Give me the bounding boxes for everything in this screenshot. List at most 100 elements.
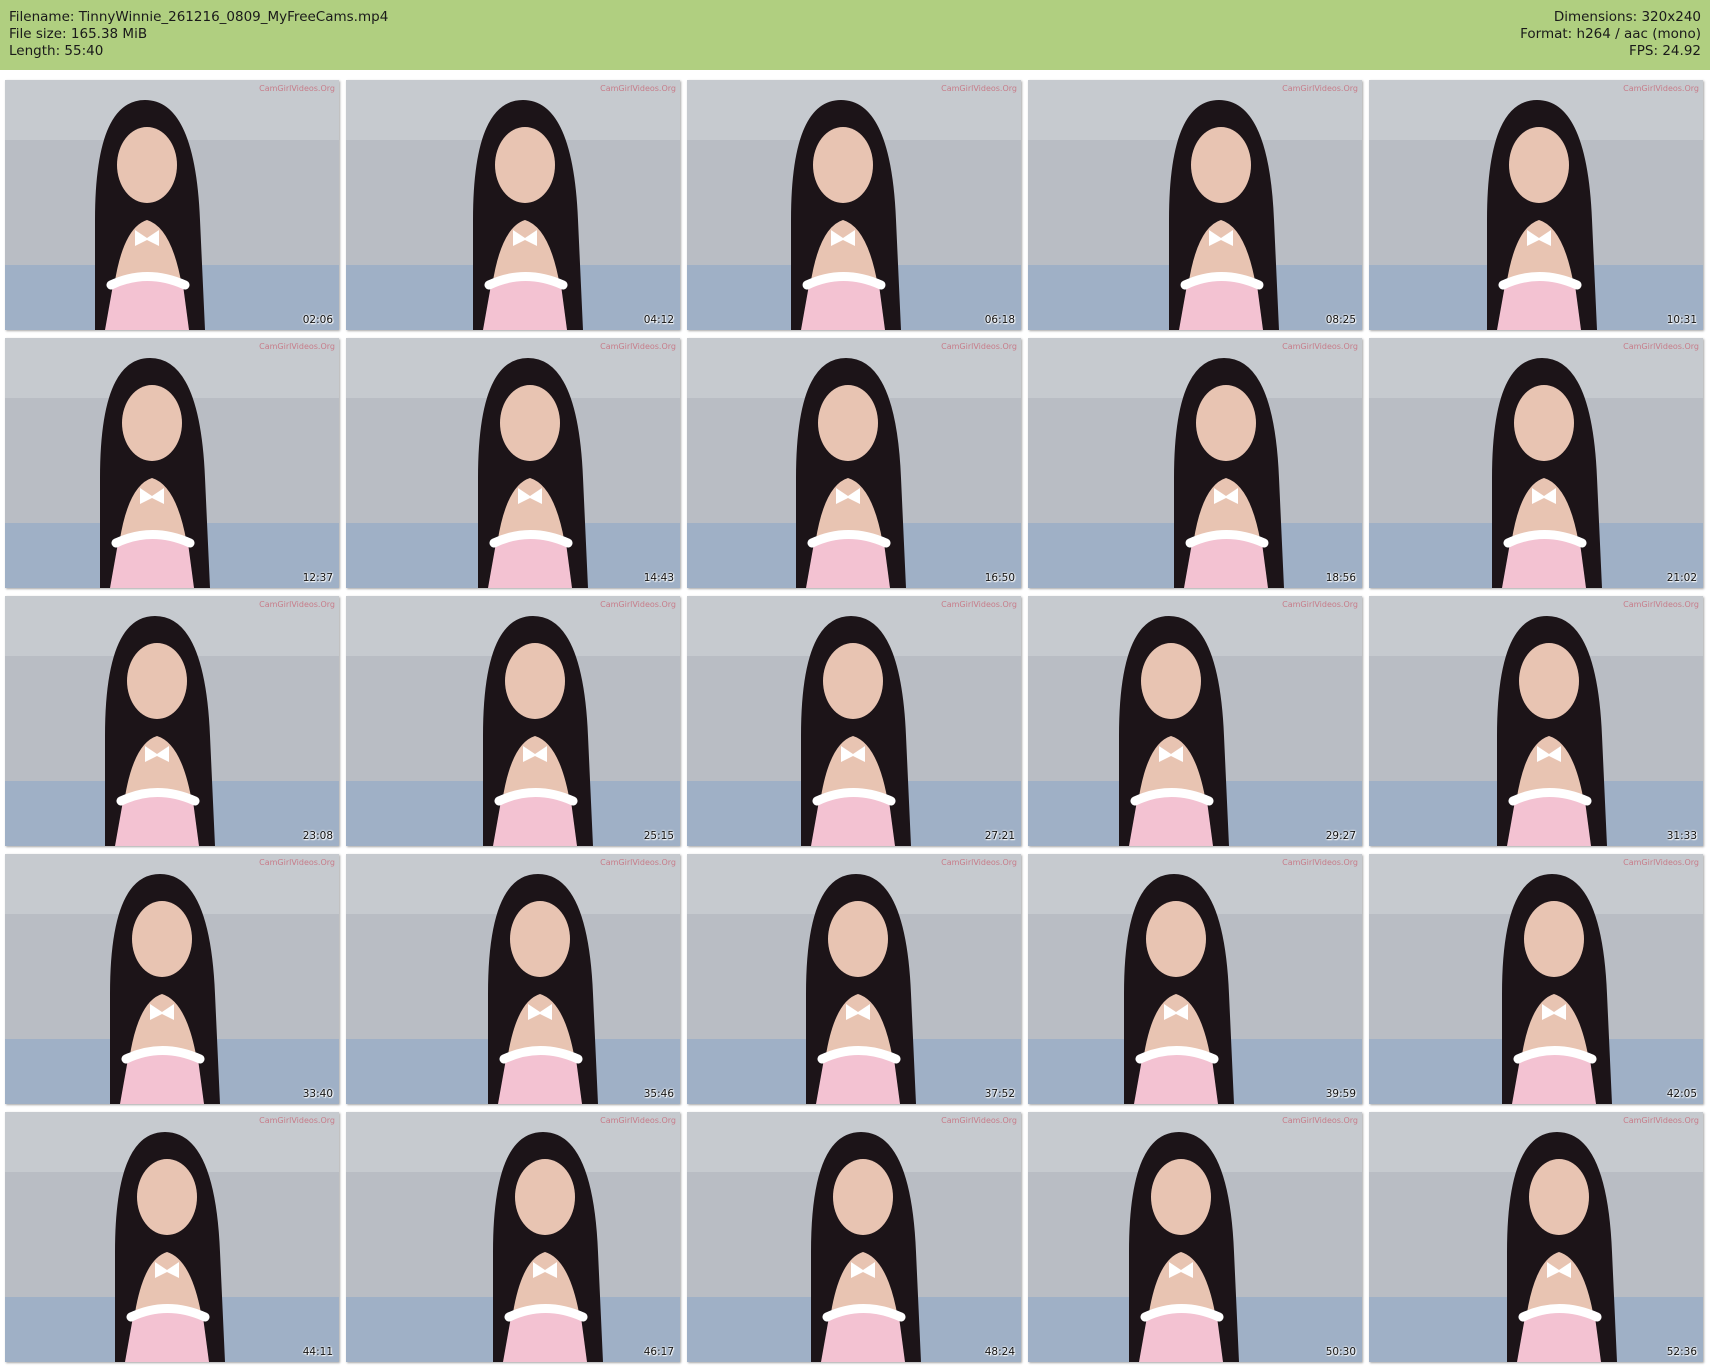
- thumbnail-timestamp: 46:17: [643, 1346, 674, 1358]
- video-thumbnail[interactable]: CamGirlVideos.Org 06:18: [687, 80, 1021, 330]
- length-value: 55:40: [64, 43, 104, 59]
- length-line: Length: 55:40: [9, 43, 388, 60]
- video-thumbnail[interactable]: CamGirlVideos.Org 44:11: [5, 1112, 339, 1362]
- video-thumbnail[interactable]: CamGirlVideos.Org 18:56: [1028, 338, 1362, 588]
- thumbnail-image: [346, 854, 680, 1104]
- watermark-text: CamGirlVideos.Org: [941, 1116, 1017, 1125]
- thumbnail-timestamp: 52:36: [1666, 1346, 1697, 1358]
- thumbnail-grid: CamGirlVideos.Org 02:06 CamGirlVideos.Org…: [5, 80, 1705, 1365]
- thumbnail-timestamp: 16:50: [984, 572, 1015, 584]
- thumbnail-image: [1028, 338, 1362, 588]
- video-thumbnail[interactable]: CamGirlVideos.Org 02:06: [5, 80, 339, 330]
- thumbnail-timestamp: 37:52: [984, 1088, 1015, 1100]
- video-thumbnail[interactable]: CamGirlVideos.Org 48:24: [687, 1112, 1021, 1362]
- watermark-text: CamGirlVideos.Org: [941, 342, 1017, 351]
- video-thumbnail[interactable]: CamGirlVideos.Org 42:05: [1369, 854, 1703, 1104]
- thumbnail-image: [1369, 80, 1703, 330]
- video-thumbnail[interactable]: CamGirlVideos.Org 52:36: [1369, 1112, 1703, 1362]
- video-thumbnail[interactable]: CamGirlVideos.Org 14:43: [346, 338, 680, 588]
- video-thumbnail[interactable]: CamGirlVideos.Org 33:40: [5, 854, 339, 1104]
- video-thumbnail[interactable]: CamGirlVideos.Org 23:08: [5, 596, 339, 846]
- thumbnail-image: [1028, 596, 1362, 846]
- video-thumbnail[interactable]: CamGirlVideos.Org 29:27: [1028, 596, 1362, 846]
- format-label: Format:: [1520, 26, 1577, 42]
- watermark-text: CamGirlVideos.Org: [259, 342, 335, 351]
- thumbnail-image: [346, 1112, 680, 1362]
- watermark-text: CamGirlVideos.Org: [1623, 600, 1699, 609]
- length-label: Length:: [9, 43, 65, 59]
- thumbnail-timestamp: 18:56: [1325, 572, 1356, 584]
- thumbnail-image: [1369, 338, 1703, 588]
- video-thumbnail[interactable]: CamGirlVideos.Org 35:46: [346, 854, 680, 1104]
- thumbnail-image: [5, 854, 339, 1104]
- video-thumbnail[interactable]: CamGirlVideos.Org 50:30: [1028, 1112, 1362, 1362]
- thumbnail-image: [1369, 596, 1703, 846]
- dimensions-value: 320x240: [1641, 9, 1701, 25]
- thumbnail-image: [687, 596, 1021, 846]
- thumbnail-timestamp: 02:06: [302, 314, 333, 326]
- thumbnail-image: [5, 338, 339, 588]
- thumbnail-image: [5, 596, 339, 846]
- filesize-label: File size:: [9, 26, 71, 42]
- filesize-line: File size: 165.38 MiB: [9, 26, 388, 43]
- watermark-text: CamGirlVideos.Org: [1282, 84, 1358, 93]
- watermark-text: CamGirlVideos.Org: [1623, 858, 1699, 867]
- video-thumbnail[interactable]: CamGirlVideos.Org 31:33: [1369, 596, 1703, 846]
- watermark-text: CamGirlVideos.Org: [1623, 342, 1699, 351]
- video-thumbnail[interactable]: CamGirlVideos.Org 16:50: [687, 338, 1021, 588]
- thumbnail-timestamp: 23:08: [302, 830, 333, 842]
- dimensions-line: Dimensions: 320x240: [1520, 9, 1701, 26]
- dimensions-label: Dimensions:: [1553, 9, 1642, 25]
- thumbnail-timestamp: 08:25: [1325, 314, 1356, 326]
- thumbnail-timestamp: 14:43: [643, 572, 674, 584]
- thumbnail-image: [1028, 80, 1362, 330]
- watermark-text: CamGirlVideos.Org: [259, 84, 335, 93]
- thumbnail-timestamp: 42:05: [1666, 1088, 1697, 1100]
- thumbnail-image: [5, 1112, 339, 1362]
- video-thumbnail[interactable]: CamGirlVideos.Org 04:12: [346, 80, 680, 330]
- video-thumbnail[interactable]: CamGirlVideos.Org 37:52: [687, 854, 1021, 1104]
- video-thumbnail[interactable]: CamGirlVideos.Org 39:59: [1028, 854, 1362, 1104]
- video-thumbnail[interactable]: CamGirlVideos.Org 10:31: [1369, 80, 1703, 330]
- watermark-text: CamGirlVideos.Org: [1282, 858, 1358, 867]
- thumbnail-timestamp: 25:15: [643, 830, 674, 842]
- thumbnail-image: [687, 338, 1021, 588]
- filename-line: Filename: TinnyWinnie_261216_0809_MyFree…: [9, 9, 388, 26]
- thumbnail-image: [687, 80, 1021, 330]
- video-thumbnail[interactable]: CamGirlVideos.Org 21:02: [1369, 338, 1703, 588]
- watermark-text: CamGirlVideos.Org: [600, 342, 676, 351]
- watermark-text: CamGirlVideos.Org: [259, 600, 335, 609]
- thumbnail-image: [346, 596, 680, 846]
- video-thumbnail[interactable]: CamGirlVideos.Org 25:15: [346, 596, 680, 846]
- watermark-text: CamGirlVideos.Org: [941, 858, 1017, 867]
- file-info-left: Filename: TinnyWinnie_261216_0809_MyFree…: [9, 9, 388, 60]
- thumbnail-timestamp: 31:33: [1666, 830, 1697, 842]
- filename-value: TinnyWinnie_261216_0809_MyFreeCams.mp4: [78, 9, 389, 25]
- thumbnail-timestamp: 10:31: [1666, 314, 1697, 326]
- watermark-text: CamGirlVideos.Org: [941, 84, 1017, 93]
- thumbnail-timestamp: 12:37: [302, 572, 333, 584]
- video-thumbnail[interactable]: CamGirlVideos.Org 08:25: [1028, 80, 1362, 330]
- thumbnail-timestamp: 21:02: [1666, 572, 1697, 584]
- thumbnail-timestamp: 44:11: [302, 1346, 333, 1358]
- video-thumbnail[interactable]: CamGirlVideos.Org 46:17: [346, 1112, 680, 1362]
- thumbnail-timestamp: 33:40: [302, 1088, 333, 1100]
- thumbnail-image: [687, 1112, 1021, 1362]
- thumbnail-timestamp: 04:12: [643, 314, 674, 326]
- thumbnail-image: [1028, 854, 1362, 1104]
- watermark-text: CamGirlVideos.Org: [600, 600, 676, 609]
- watermark-text: CamGirlVideos.Org: [1282, 600, 1358, 609]
- thumbnail-timestamp: 29:27: [1325, 830, 1356, 842]
- video-thumbnail[interactable]: CamGirlVideos.Org 12:37: [5, 338, 339, 588]
- thumbnail-image: [5, 80, 339, 330]
- thumbnail-image: [1369, 854, 1703, 1104]
- watermark-text: CamGirlVideos.Org: [259, 858, 335, 867]
- filename-label: Filename:: [9, 9, 79, 25]
- thumbnail-image: [1028, 1112, 1362, 1362]
- thumbnail-timestamp: 06:18: [984, 314, 1015, 326]
- filesize-value: 165.38 MiB: [70, 26, 148, 42]
- thumbnail-timestamp: 39:59: [1325, 1088, 1356, 1100]
- watermark-text: CamGirlVideos.Org: [600, 858, 676, 867]
- watermark-text: CamGirlVideos.Org: [259, 1116, 335, 1125]
- video-thumbnail[interactable]: CamGirlVideos.Org 27:21: [687, 596, 1021, 846]
